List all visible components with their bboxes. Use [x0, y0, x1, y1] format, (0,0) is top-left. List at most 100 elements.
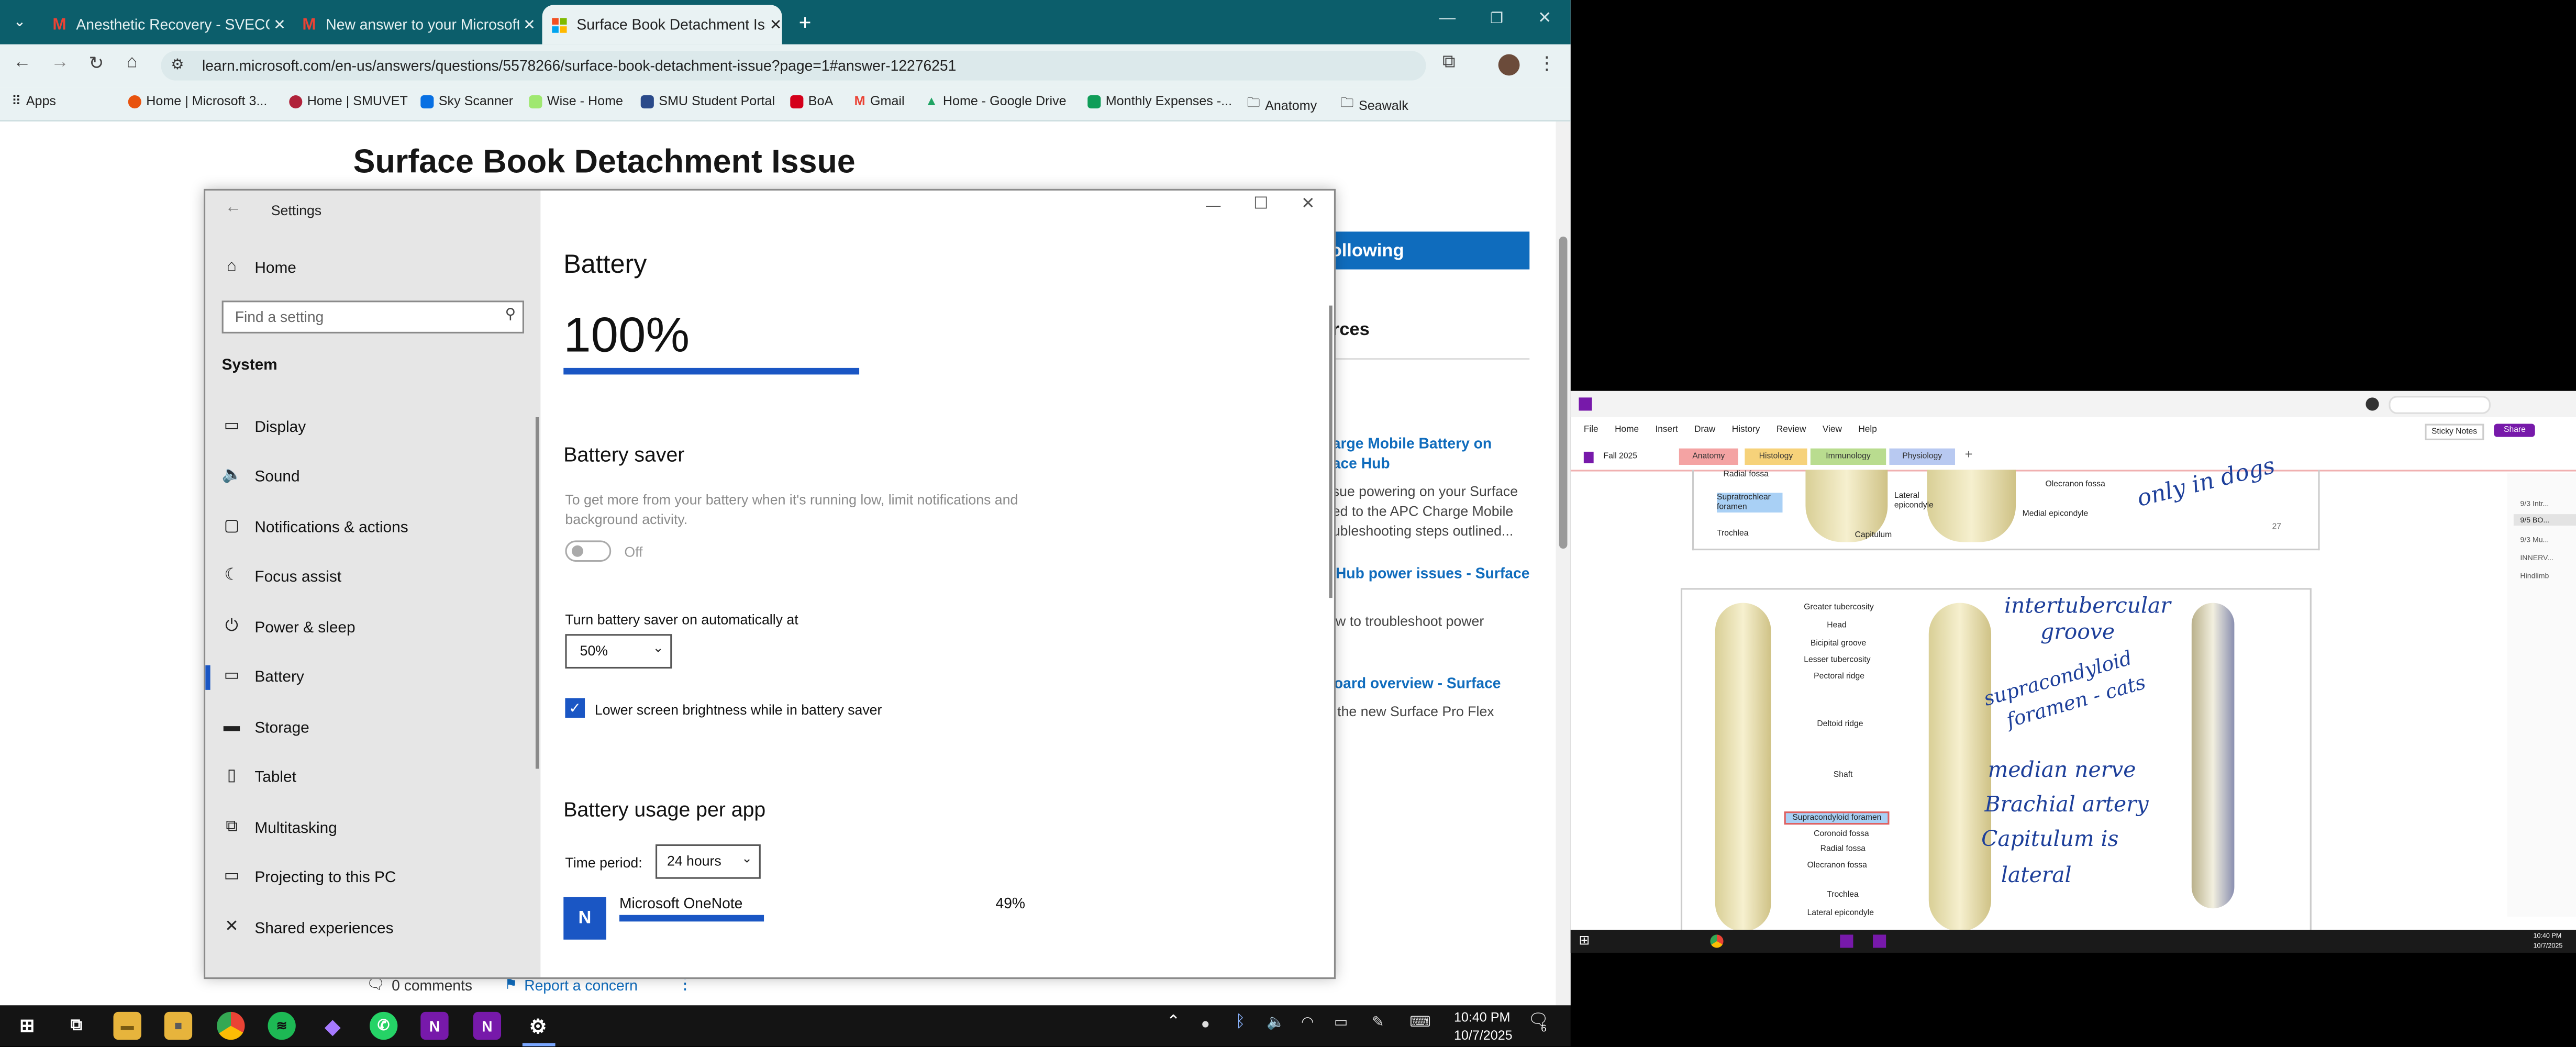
- close-icon[interactable]: ✕: [770, 16, 782, 34]
- chrome-icon[interactable]: [1710, 934, 1724, 948]
- onenote-icon-2[interactable]: [1873, 934, 1886, 948]
- clock-date[interactable]: 10/7/2025: [2533, 941, 2562, 950]
- bookmark-folder-anatomy[interactable]: 🗀 Anatomy: [1247, 94, 1317, 117]
- menu-home[interactable]: Home: [1615, 426, 1639, 436]
- section-tab-immunology[interactable]: Immunology: [1810, 448, 1886, 465]
- nav-home[interactable]: ⌂ Home: [222, 251, 534, 284]
- settings-search-input[interactable]: Find a setting ⚲: [221, 300, 524, 333]
- reload-icon[interactable]: ↻: [88, 52, 104, 74]
- nav-notifications[interactable]: ▢ Notifications & actions: [222, 511, 534, 544]
- related-link[interactable]: arge Mobile Battery on: [1333, 436, 1492, 452]
- site-info-icon[interactable]: ⚙: [171, 56, 184, 74]
- sticky-notes-button[interactable]: Sticky Notes: [2425, 424, 2484, 440]
- menu-review[interactable]: Review: [1776, 426, 1806, 436]
- home-icon[interactable]: ⌂: [127, 52, 138, 72]
- menu-help[interactable]: Help: [1858, 426, 1877, 436]
- profile-avatar[interactable]: [1498, 54, 1520, 76]
- sidebar-scrollbar[interactable]: [535, 417, 539, 769]
- bookmark-folder-seawalk[interactable]: 🗀 Seawalk: [1340, 94, 1408, 117]
- bookmark-wise[interactable]: Wise - Home: [529, 94, 623, 108]
- menu-view[interactable]: View: [1823, 426, 1842, 436]
- wifi-icon[interactable]: ◠: [1301, 1013, 1314, 1032]
- onenote-search-box[interactable]: [2389, 396, 2491, 414]
- related-link[interactable]: ace Hub: [1333, 455, 1390, 471]
- page-item[interactable]: Hindlimb: [2520, 572, 2549, 580]
- spotify-icon[interactable]: ≋: [268, 1011, 296, 1040]
- onenote-icon-2[interactable]: N: [473, 1011, 502, 1040]
- content-scrollbar[interactable]: [1329, 305, 1333, 598]
- bookmark-skyscanner[interactable]: Sky Scanner: [420, 94, 513, 108]
- restore-icon[interactable]: ❐: [1490, 10, 1503, 28]
- task-view-icon[interactable]: ⧉: [62, 1012, 90, 1040]
- bookmark-google-drive[interactable]: ▲ Home - Google Drive: [925, 94, 1067, 108]
- bluetooth-icon[interactable]: ᛒ: [1236, 1013, 1246, 1032]
- notebook-selector[interactable]: Fall 2025: [1603, 452, 1637, 462]
- antivirus-icon[interactable]: ●: [1201, 1015, 1210, 1031]
- related-link[interactable]: oard overview - Surface: [1334, 675, 1501, 692]
- battery-icon[interactable]: ▭: [1334, 1013, 1348, 1032]
- extensions-icon[interactable]: ⧉: [1442, 52, 1456, 74]
- settings-gear-icon[interactable]: ⚙: [524, 1012, 552, 1040]
- page-item[interactable]: 9/3 Intr...: [2520, 499, 2549, 508]
- related-link[interactable]: Hub power issues - Surface: [1336, 565, 1529, 581]
- bookmark-gmail[interactable]: M Gmail: [854, 94, 905, 108]
- section-tab-physiology[interactable]: Physiology: [1889, 448, 1955, 465]
- menu-history[interactable]: History: [1732, 426, 1760, 436]
- nav-shared-experiences[interactable]: ✕ Shared experiences: [222, 911, 534, 944]
- clock-date[interactable]: 10/7/2025: [1454, 1028, 1513, 1043]
- address-bar[interactable]: ⚙ learn.microsoft.com/en-us/answers/ques…: [161, 51, 1426, 81]
- following-button[interactable]: ollowing: [1327, 231, 1530, 270]
- bookmark-smu-portal[interactable]: SMU Student Portal: [640, 94, 775, 108]
- nav-battery[interactable]: ▭ Battery: [222, 660, 534, 693]
- tab-2[interactable]: M New answer to your Microsoft ✕: [293, 5, 536, 44]
- section-tab-histology[interactable]: Histology: [1745, 448, 1807, 465]
- bookmark-apps[interactable]: ⠿ Apps: [12, 94, 56, 108]
- clock-time[interactable]: 10:40 PM: [1454, 1010, 1510, 1025]
- tab-search-icon[interactable]: ⌄: [10, 12, 30, 31]
- whatsapp-icon[interactable]: ✆: [370, 1011, 398, 1040]
- bookmark-smuvet[interactable]: Home | SMUVET: [289, 94, 408, 108]
- page-item[interactable]: INNERV...: [2520, 553, 2553, 562]
- close-icon[interactable]: ✕: [273, 16, 286, 34]
- minimize-icon[interactable]: —: [1206, 197, 1220, 214]
- brightness-checkbox[interactable]: ✓: [565, 698, 585, 718]
- tab-1[interactable]: M Anesthetic Recovery - SVECCs ✕: [43, 5, 286, 44]
- store-icon[interactable]: ■: [164, 1011, 193, 1040]
- nav-tablet[interactable]: ▯ Tablet: [222, 761, 534, 794]
- nav-power-sleep[interactable]: ⏻ Power & sleep: [222, 611, 534, 644]
- menu-draw[interactable]: Draw: [1694, 426, 1715, 436]
- back-arrow-icon[interactable]: ←: [225, 199, 241, 217]
- section-tab-anatomy[interactable]: Anatomy: [1679, 448, 1738, 465]
- speaker-icon[interactable]: 🔈: [1267, 1013, 1285, 1032]
- page-scrollbar[interactable]: [1556, 121, 1571, 1006]
- nav-display[interactable]: ▭ Display: [222, 410, 534, 443]
- add-section-icon[interactable]: +: [1965, 447, 1973, 461]
- onenote-icon[interactable]: [1840, 934, 1853, 948]
- nav-multitasking[interactable]: ⧉ Multitasking: [222, 811, 534, 844]
- new-tab-icon[interactable]: +: [795, 9, 815, 34]
- nav-focus-assist[interactable]: ☾ Focus assist: [222, 560, 534, 593]
- tab-3-active[interactable]: Surface Book Detachment Issue ✕: [542, 5, 782, 44]
- scrollbar-thumb[interactable]: [1559, 236, 1568, 549]
- nav-storage[interactable]: ▬ Storage: [222, 711, 534, 744]
- close-window-icon[interactable]: ✕: [1538, 10, 1551, 28]
- close-icon[interactable]: ✕: [1301, 195, 1315, 214]
- auto-saver-dropdown[interactable]: 50% ⌄: [565, 634, 672, 669]
- chrome-icon[interactable]: [217, 1011, 245, 1040]
- bookmark-monthly-expenses[interactable]: Monthly Expenses -...: [1087, 94, 1232, 108]
- profile-avatar[interactable]: [2366, 397, 2379, 411]
- menu-kebab-icon[interactable]: ⋮: [1538, 52, 1556, 74]
- nav-projecting[interactable]: ▭ Projecting to this PC: [222, 861, 534, 894]
- nav-sound[interactable]: 🔈 Sound: [222, 460, 534, 493]
- clock-time[interactable]: 10:40 PM: [2533, 931, 2561, 940]
- app-usage-name[interactable]: Microsoft OneNote: [619, 895, 742, 911]
- page-item-selected[interactable]: 9/5 BO...: [2513, 514, 2576, 526]
- period-dropdown[interactable]: 24 hours ⌄: [655, 844, 761, 879]
- back-icon[interactable]: ←: [13, 52, 31, 72]
- keyboard-icon[interactable]: ⌨: [1409, 1013, 1431, 1032]
- forward-icon[interactable]: →: [51, 52, 69, 72]
- start-windows-icon[interactable]: ⊞: [13, 1012, 41, 1040]
- battery-saver-toggle[interactable]: [565, 540, 612, 562]
- menu-file[interactable]: File: [1584, 426, 1598, 436]
- app-icon[interactable]: ◆: [319, 1012, 347, 1040]
